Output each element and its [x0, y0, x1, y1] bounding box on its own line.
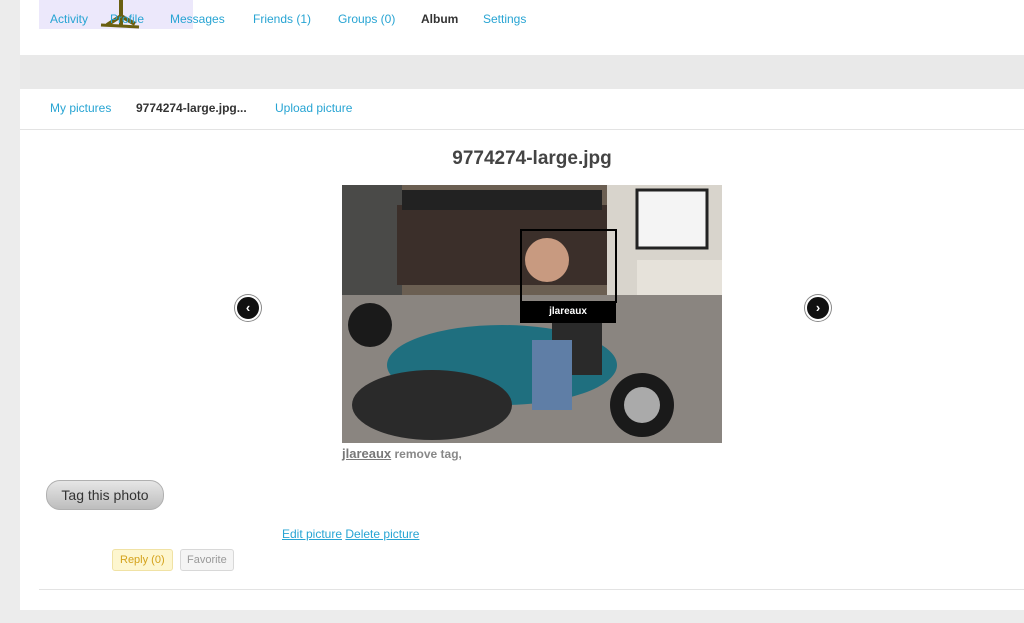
profile-tabs	[20, 55, 1024, 89]
tab-groups[interactable]: Groups (0)	[329, 4, 404, 34]
tab-messages[interactable]: Messages	[161, 4, 234, 34]
upload-picture-link[interactable]: Upload picture	[275, 101, 352, 115]
remove-tag-link[interactable]: remove tag,	[395, 447, 462, 461]
delete-picture-link[interactable]: Delete picture	[345, 527, 419, 541]
face-tag-label: jlareaux	[520, 301, 616, 323]
reply-button[interactable]: Reply (0)	[112, 549, 173, 571]
divider	[39, 589, 1024, 590]
edit-picture-link[interactable]: Edit picture	[282, 527, 342, 541]
my-pictures-link[interactable]: My pictures	[50, 101, 111, 115]
tab-friends[interactable]: Friends (1)	[244, 4, 320, 34]
picture-actions: Edit picture Delete picture	[282, 527, 419, 541]
tag-user-link[interactable]: jlareaux	[342, 446, 391, 461]
photo-title: 9774274-large.jpg	[452, 148, 612, 169]
tab-album[interactable]: Album	[412, 4, 468, 34]
face-tag-box[interactable]	[520, 229, 617, 303]
current-picture-crumb: 9774274-large.jpg...	[136, 101, 247, 115]
tab-profile[interactable]: Profile	[101, 4, 153, 34]
next-photo-button[interactable]: ›	[805, 295, 831, 321]
chevron-left-icon: ‹	[245, 300, 251, 315]
tag-photo-button[interactable]: Tag this photo	[46, 480, 164, 510]
tab-activity[interactable]: Activity	[41, 4, 97, 34]
album-subnav: My pictures 9774274-large.jpg... Upload …	[20, 89, 1024, 130]
tag-list: jlareaux remove tag,	[342, 446, 462, 461]
favorite-button[interactable]: Favorite	[180, 549, 234, 571]
chevron-right-icon: ›	[815, 300, 821, 315]
tab-settings[interactable]: Settings	[474, 4, 535, 34]
prev-photo-button[interactable]: ‹	[235, 295, 261, 321]
